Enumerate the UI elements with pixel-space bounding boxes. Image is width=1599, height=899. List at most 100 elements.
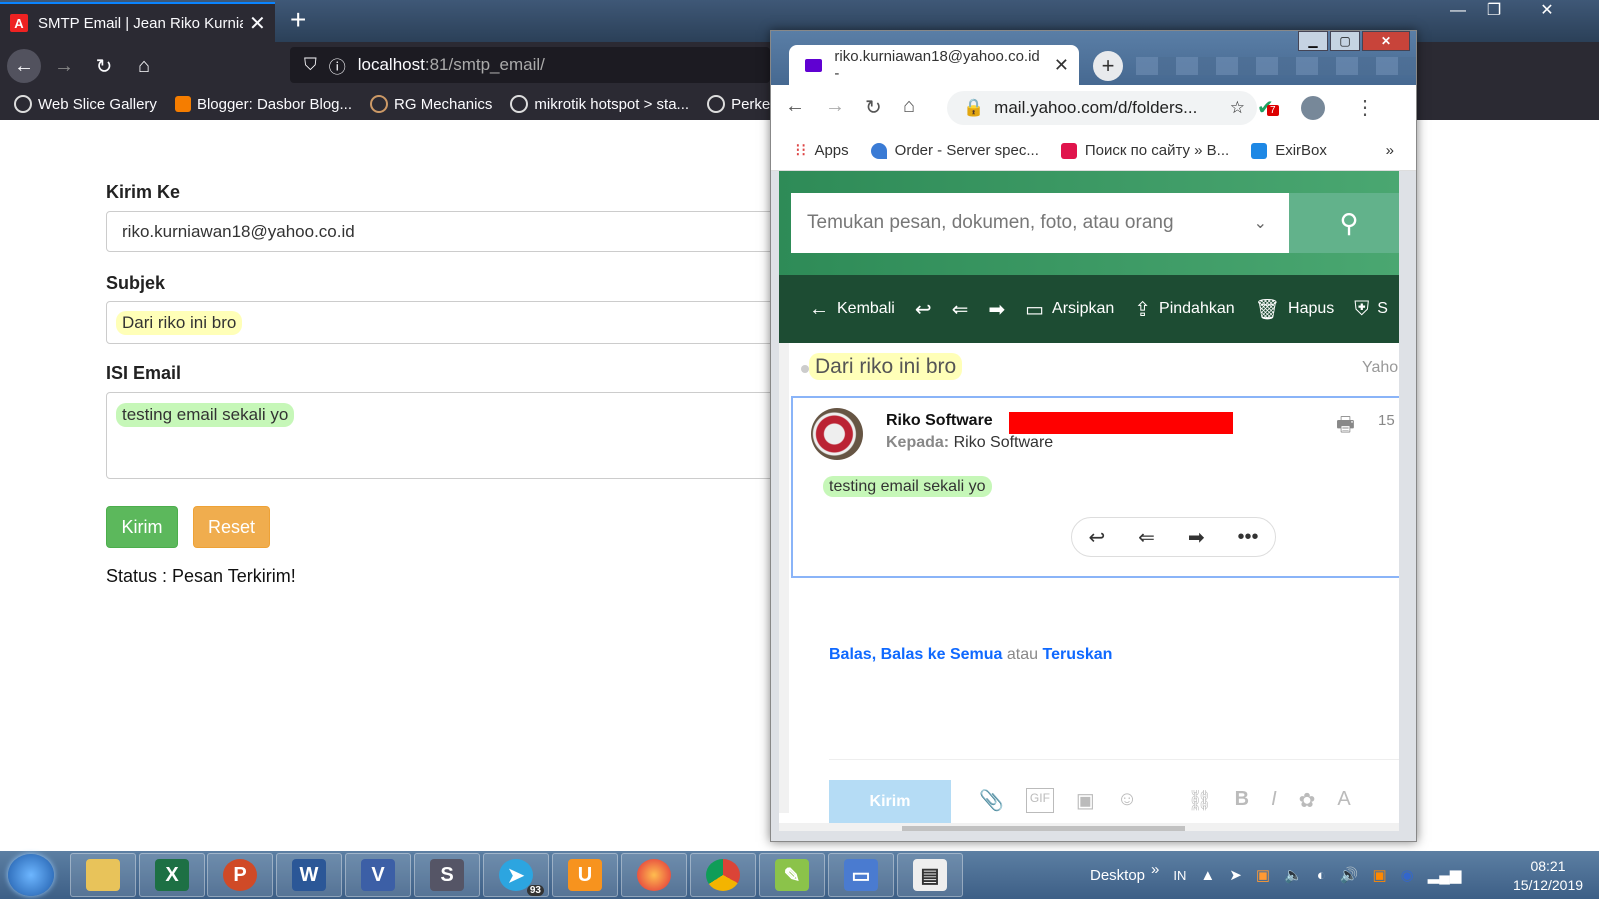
move-action[interactable]: ⇪ Pindahkan [1134, 297, 1234, 322]
forward-link[interactable]: Teruskan [1043, 646, 1113, 663]
close-tab-icon[interactable]: ✕ [1054, 55, 1069, 76]
visio-taskbar-button[interactable]: V [345, 853, 411, 897]
more-icon[interactable]: ••• [1238, 526, 1259, 549]
popup-maximize-button[interactable]: ▢ [1330, 31, 1360, 51]
vpn-tray-icon[interactable]: ◉ [1401, 866, 1414, 884]
star-icon[interactable]: ☆ [1230, 98, 1245, 118]
close-window-button[interactable]: ✕ [1512, 0, 1582, 24]
tray-expand-icon[interactable]: ▲ [1200, 867, 1215, 884]
telegram-tray-icon[interactable]: ➤ [1229, 866, 1242, 884]
attach-icon[interactable]: 📎 [979, 788, 1004, 813]
to-field[interactable]: riko.kurniawan18@yahoo.co.id [106, 211, 786, 252]
popup-tab[interactable]: riko.kurniawan18@yahoo.co.id - ✕ [789, 45, 1079, 85]
forward-button[interactable]: → [47, 49, 81, 83]
more-bookmarks-icon[interactable]: » [1386, 142, 1394, 159]
horizontal-scrollbar[interactable] [779, 823, 1399, 831]
document-taskbar-button[interactable]: ▤ [897, 853, 963, 897]
popup-home-button[interactable]: ⌂ [903, 95, 915, 118]
restore-button[interactable]: ❐ [1476, 0, 1512, 24]
popup-address-bar[interactable]: 🔒 mail.yahoo.com/d/folders... ☆ [947, 91, 1257, 125]
xampp-tray-icon[interactable]: ▣ [1372, 866, 1386, 884]
popup-back-button[interactable]: ← [785, 95, 805, 118]
app-taskbar-button[interactable]: S [414, 853, 480, 897]
bookmark-item[interactable]: Web Slice Gallery [14, 95, 157, 113]
volume-icon[interactable]: 🔊 [1340, 866, 1359, 884]
word-taskbar-button[interactable]: W [276, 853, 342, 897]
font-icon[interactable]: A [1337, 788, 1350, 813]
chevron-down-icon[interactable]: ⌄ [1254, 213, 1267, 233]
minimize-button[interactable]: — [1440, 0, 1476, 24]
firefox-taskbar-button[interactable] [621, 853, 687, 897]
sender-name[interactable]: Riko Software [886, 412, 993, 430]
home-button[interactable]: ⌂ [127, 49, 161, 83]
clock[interactable]: 08:21 15/12/2019 [1500, 857, 1596, 895]
emoji-icon[interactable]: ☺ [1117, 788, 1137, 813]
ucbrowser-taskbar-button[interactable]: U [552, 853, 618, 897]
bookmark-item[interactable]: Blogger: Dasbor Blog... [174, 96, 352, 113]
bold-icon[interactable]: B [1235, 788, 1249, 813]
delete-action[interactable]: 🗑 Hapus [1255, 297, 1335, 322]
uc-tray-icon[interactable]: ▣ [1256, 866, 1270, 884]
back-button[interactable]: ← [7, 49, 41, 83]
info-icon[interactable]: ⓘ [329, 53, 346, 78]
back-action[interactable]: ← Kembali [809, 298, 895, 321]
speaker-icon[interactable]: 🔈 [1284, 866, 1303, 884]
reload-button[interactable]: ↻ [87, 49, 121, 83]
double-chevron-icon[interactable]: » [1151, 861, 1159, 878]
kebab-menu-icon[interactable]: ⋮ [1355, 95, 1375, 120]
shield-extension-icon[interactable]: ✔ 7 [1257, 95, 1279, 120]
network-taskbar-button[interactable]: ▭ [828, 853, 894, 897]
send-button[interactable]: Kirim [106, 506, 178, 548]
reply-icon[interactable]: ↩ [1088, 525, 1105, 550]
explorer-taskbar-button[interactable] [70, 853, 136, 897]
scroll-thumb[interactable] [902, 826, 1185, 831]
start-button[interactable] [8, 854, 54, 896]
shield-icon[interactable]: ⛉ [304, 55, 317, 75]
subject-field[interactable]: Dari riko ini bro [106, 301, 786, 344]
apps-bookmark[interactable]: ⁝⁝ Apps [795, 140, 849, 161]
print-icon[interactable]: 🖶 [1336, 410, 1355, 444]
reply-all-link[interactable]: Balas ke Semua [881, 646, 1003, 663]
language-indicator[interactable]: IN [1173, 868, 1186, 883]
profile-avatar-icon[interactable] [1301, 96, 1325, 120]
search-button[interactable]: ⚲ [1289, 193, 1399, 253]
close-tab-icon[interactable]: ✕ [249, 11, 266, 36]
reply-all-action[interactable]: ⇐ [952, 297, 969, 322]
archive-action[interactable]: ▭ Arsipkan [1025, 297, 1114, 322]
desktop-label[interactable]: Desktop [1090, 867, 1145, 884]
gif-icon[interactable]: GIF [1025, 788, 1054, 813]
notepad-taskbar-button[interactable]: ✎ [759, 853, 825, 897]
popup-minimize-button[interactable]: ▁ [1298, 31, 1328, 51]
bookmark-item[interactable]: Order - Server spec... [870, 142, 1039, 159]
bookmark-item[interactable]: Perker [707, 95, 775, 113]
search-input[interactable]: Temukan pesan, dokumen, foto, atau orang… [791, 193, 1289, 253]
new-tab-button[interactable]: + [290, 4, 306, 36]
forward-action[interactable]: ➡ [988, 297, 1005, 322]
sticker-icon[interactable]: ▣ [1076, 788, 1095, 813]
bookmark-item[interactable]: Поиск по сайту » В... [1060, 142, 1229, 159]
address-bar[interactable]: ⛉ ⓘ localhost:81/smtp_email/ [290, 47, 770, 83]
reset-button[interactable]: Reset [193, 506, 270, 548]
compose-send-button[interactable]: Kirim [829, 780, 951, 824]
bookmark-item[interactable]: ExirBox [1251, 142, 1327, 159]
vertical-scrollbar[interactable] [779, 343, 789, 813]
link-icon[interactable]: ⛓ [1187, 788, 1212, 813]
popup-close-button[interactable]: ✕ [1362, 31, 1410, 51]
popup-reload-button[interactable]: ↻ [865, 95, 882, 120]
main-browser-tab[interactable]: A SMTP Email | Jean Riko Kurniaw ✕ [0, 2, 275, 42]
body-textarea[interactable]: testing email sekali yo [106, 392, 786, 479]
reply-all-icon[interactable]: ⇐ [1138, 525, 1155, 550]
italic-icon[interactable]: I [1271, 788, 1277, 813]
powerpoint-taskbar-button[interactable]: P [207, 853, 273, 897]
excel-taskbar-button[interactable]: X [139, 853, 205, 897]
reply-action[interactable]: ↩ [915, 297, 932, 322]
telegram-taskbar-button[interactable]: ➤ 93 [483, 853, 549, 897]
spam-action[interactable]: ⛨ S [1354, 298, 1388, 321]
bookmark-item[interactable]: RG Mechanics [370, 95, 492, 113]
forward-icon[interactable]: ➡ [1188, 525, 1205, 550]
reply-link[interactable]: Balas [829, 646, 872, 663]
popup-new-tab-button[interactable]: + [1093, 51, 1123, 81]
bookmark-item[interactable]: mikrotik hotspot > sta... [510, 95, 689, 113]
chrome-taskbar-button[interactable] [690, 853, 756, 897]
signal-icon[interactable]: ▂▄▆ [1428, 866, 1462, 884]
